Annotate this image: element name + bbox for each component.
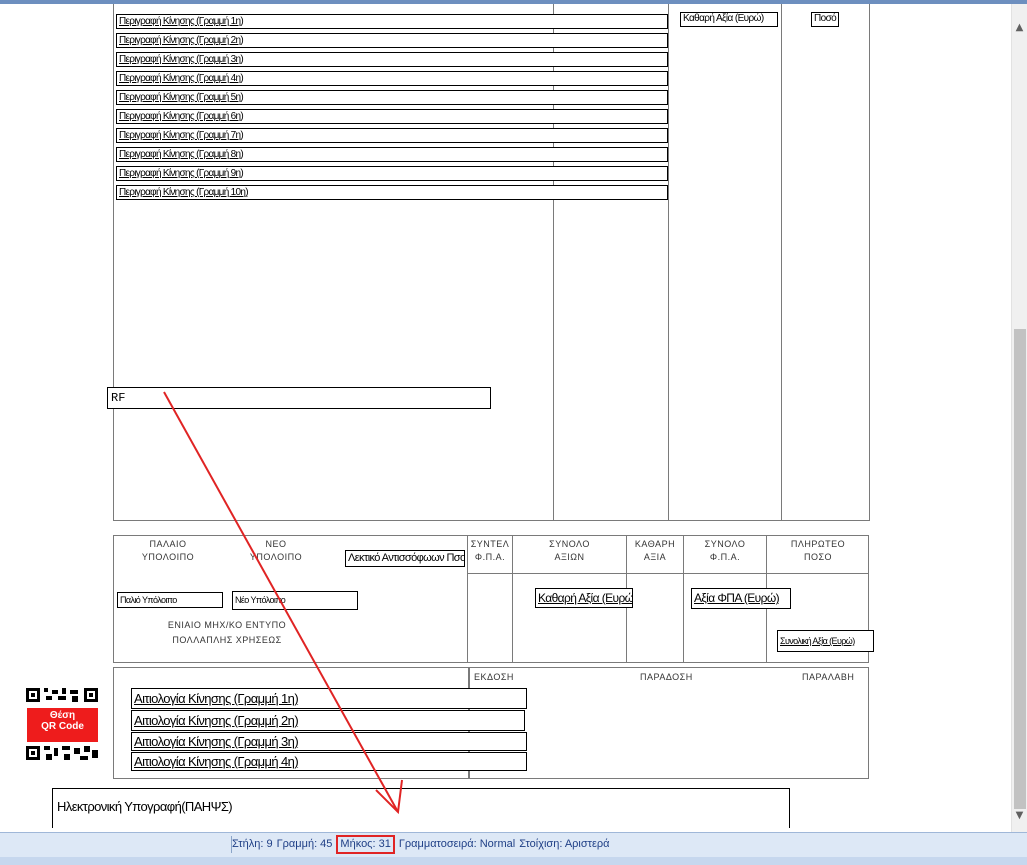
status-line: Γραμμή: 45 bbox=[276, 838, 333, 850]
scroll-down-icon[interactable]: ▼ bbox=[1012, 808, 1027, 824]
status-bar: Στήλη: 9 Γραμμή: 45 Μήκος: 31 Γραμματοσε… bbox=[0, 832, 1027, 865]
status-alignment: Στοίχιση: Αριστερά bbox=[519, 838, 610, 850]
status-length-highlighted: Μήκος: 31 bbox=[336, 835, 395, 854]
annotation-arrow-icon bbox=[163, 391, 403, 815]
scroll-up-icon[interactable]: ▲ bbox=[1012, 20, 1027, 36]
form-designer-canvas[interactable]: Καθαρή Αξία (Ευρώ) Ποσό Περιγραφή Κίνηση… bbox=[0, 4, 1011, 832]
scrollbar-thumb[interactable] bbox=[1014, 329, 1026, 809]
status-bar-bottom-band bbox=[0, 857, 1027, 865]
status-column: Στήλη: 9 bbox=[232, 838, 273, 850]
status-font: Γραμματοσειρά: Normal bbox=[398, 838, 516, 850]
vertical-scrollbar[interactable]: ▲ ▼ bbox=[1011, 4, 1027, 832]
